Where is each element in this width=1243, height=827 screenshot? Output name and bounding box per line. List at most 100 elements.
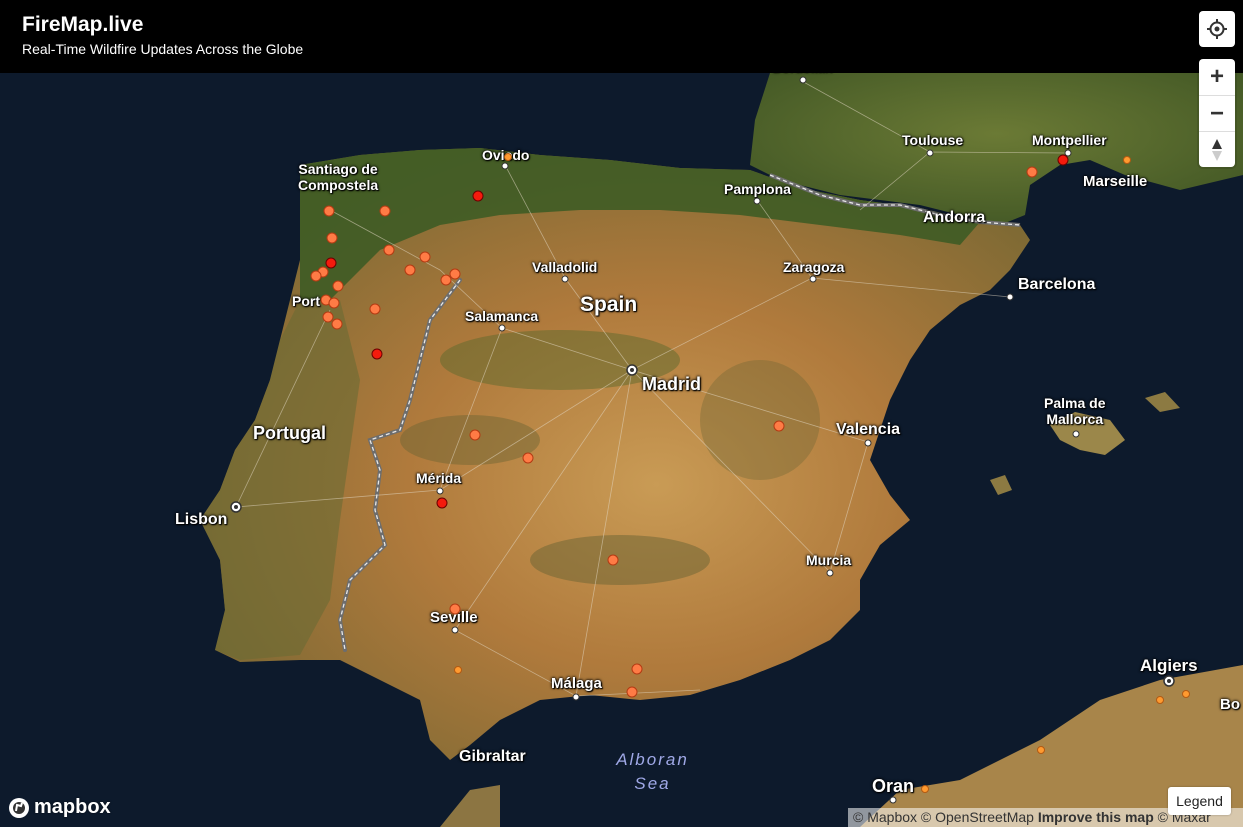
mapbox-logo-icon bbox=[9, 797, 29, 818]
city-label-algiers: Algiers bbox=[1140, 656, 1198, 675]
country-label-portugal: Portugal bbox=[253, 423, 327, 443]
fire-marker[interactable] bbox=[1026, 166, 1038, 178]
city-marker-icon bbox=[436, 487, 444, 495]
locate-icon bbox=[1207, 19, 1227, 39]
fire-marker[interactable] bbox=[369, 303, 381, 315]
city-label-oran: Oran bbox=[872, 776, 915, 796]
city-label-valladolid: Valladolid bbox=[532, 259, 598, 275]
city-label-pamplona: Pamplona bbox=[724, 181, 791, 197]
fire-marker[interactable] bbox=[332, 280, 344, 292]
minus-icon: − bbox=[1209, 99, 1224, 127]
sea-label-line2: Sea bbox=[634, 773, 671, 793]
city-marker-icon bbox=[799, 76, 807, 84]
city-marker-icon bbox=[889, 796, 897, 804]
fire-marker[interactable] bbox=[469, 429, 481, 441]
attribution-text[interactable]: © Mapbox © OpenStreetMap bbox=[853, 809, 1038, 825]
compass-icon bbox=[1212, 138, 1222, 161]
zoom-in-button[interactable]: + bbox=[1199, 59, 1235, 95]
city-marker-icon bbox=[753, 197, 761, 205]
city-marker-icon bbox=[809, 275, 817, 283]
geolocate-button[interactable] bbox=[1199, 11, 1235, 47]
compass-button[interactable] bbox=[1199, 131, 1235, 167]
sea-label-alboran: Alboran Sea bbox=[605, 748, 700, 796]
city-label-gibraltar: Gibraltar bbox=[459, 748, 526, 765]
country-label-spain: Spain bbox=[580, 293, 638, 316]
fire-marker[interactable] bbox=[310, 270, 322, 282]
fire-marker[interactable] bbox=[436, 497, 448, 509]
zoom-out-button[interactable]: − bbox=[1199, 95, 1235, 131]
city-label-palma-line1: Palma de bbox=[1044, 395, 1106, 411]
fire-marker[interactable] bbox=[773, 420, 785, 432]
fire-marker[interactable] bbox=[1037, 746, 1045, 754]
city-marker-icon bbox=[926, 149, 934, 157]
fire-marker[interactable] bbox=[1057, 154, 1069, 166]
city-label-partial: Bo bbox=[1220, 696, 1240, 713]
city-marker-icon bbox=[864, 439, 872, 447]
map-canvas[interactable]: Spain Portugal Madrid Lisbon Barcelona V… bbox=[0, 0, 1243, 827]
city-marker-icon bbox=[498, 324, 506, 332]
city-marker-icon bbox=[1072, 430, 1080, 438]
city-label-lisbon: Lisbon bbox=[175, 511, 228, 528]
city-label-valencia: Valencia bbox=[836, 421, 901, 438]
plus-icon: + bbox=[1209, 63, 1224, 90]
navigation-control: + − bbox=[1199, 59, 1235, 167]
city-label-madrid: Madrid bbox=[642, 374, 702, 394]
capital-marker-icon bbox=[626, 364, 638, 376]
mapbox-logo[interactable]: mapbox bbox=[8, 796, 111, 819]
fire-marker[interactable] bbox=[419, 251, 431, 263]
city-label-merida: Mérida bbox=[416, 470, 462, 486]
fire-marker[interactable] bbox=[379, 205, 391, 217]
city-label-porto: Port bbox=[292, 293, 320, 309]
city-marker-icon bbox=[1006, 293, 1014, 301]
city-marker-icon bbox=[572, 693, 580, 701]
city-marker-icon bbox=[451, 626, 459, 634]
fire-marker[interactable] bbox=[449, 268, 461, 280]
fire-marker[interactable] bbox=[326, 232, 338, 244]
capital-marker-icon bbox=[1163, 675, 1175, 687]
city-label-malaga: Málaga bbox=[551, 675, 602, 692]
fire-marker[interactable] bbox=[626, 686, 638, 698]
fire-marker[interactable] bbox=[522, 452, 534, 464]
fire-marker[interactable] bbox=[1156, 696, 1164, 704]
city-label-salamanca: Salamanca bbox=[465, 308, 539, 324]
city-marker-icon bbox=[826, 569, 834, 577]
city-label-santiago-line2: Compostela bbox=[298, 177, 379, 194]
fire-marker[interactable] bbox=[1182, 690, 1190, 698]
fire-marker[interactable] bbox=[921, 785, 929, 793]
city-label-barcelona: Barcelona bbox=[1018, 276, 1096, 293]
improve-map-link[interactable]: Improve this map bbox=[1038, 809, 1154, 825]
app-subtitle: Real-Time Wildfire Updates Across the Gl… bbox=[22, 41, 304, 57]
city-marker-icon bbox=[501, 162, 509, 170]
fire-marker[interactable] bbox=[404, 264, 416, 276]
sea-label-line1: Alboran bbox=[616, 750, 689, 769]
city-label-palma-line2: Mallorca bbox=[1046, 411, 1104, 428]
fire-marker[interactable] bbox=[371, 348, 383, 360]
fire-marker[interactable] bbox=[449, 603, 461, 615]
fire-marker[interactable] bbox=[472, 190, 484, 202]
country-label-andorra: Andorra bbox=[923, 209, 986, 226]
fire-marker[interactable] bbox=[504, 153, 512, 161]
city-label-toulouse: Toulouse bbox=[902, 132, 964, 148]
city-label-santiago: Santiago de Compostela bbox=[298, 161, 378, 193]
city-label-montpellier: Montpellier bbox=[1032, 132, 1107, 148]
city-label-santiago-line1: Santiago de bbox=[298, 161, 378, 177]
app-header: FireMap.live Real-Time Wildfire Updates … bbox=[0, 0, 1243, 73]
city-label-palma: Palma de Mallorca bbox=[1044, 395, 1105, 427]
app-title: FireMap.live bbox=[22, 13, 144, 36]
fire-marker[interactable] bbox=[328, 297, 340, 309]
city-label-zaragoza: Zaragoza bbox=[783, 259, 845, 275]
city-marker-icon bbox=[561, 275, 569, 283]
capital-marker-icon bbox=[230, 501, 242, 513]
fire-marker[interactable] bbox=[325, 257, 337, 269]
fire-marker[interactable] bbox=[1123, 156, 1131, 164]
fire-marker[interactable] bbox=[323, 205, 335, 217]
fire-marker[interactable] bbox=[454, 666, 462, 674]
fire-marker[interactable] bbox=[383, 244, 395, 256]
geolocate-control bbox=[1199, 11, 1235, 47]
legend-button[interactable]: Legend bbox=[1168, 787, 1231, 815]
fire-marker[interactable] bbox=[331, 318, 343, 330]
city-label-murcia: Murcia bbox=[806, 552, 852, 568]
mapbox-logo-text: mapbox bbox=[34, 796, 111, 818]
fire-marker[interactable] bbox=[631, 663, 643, 675]
fire-marker[interactable] bbox=[607, 554, 619, 566]
